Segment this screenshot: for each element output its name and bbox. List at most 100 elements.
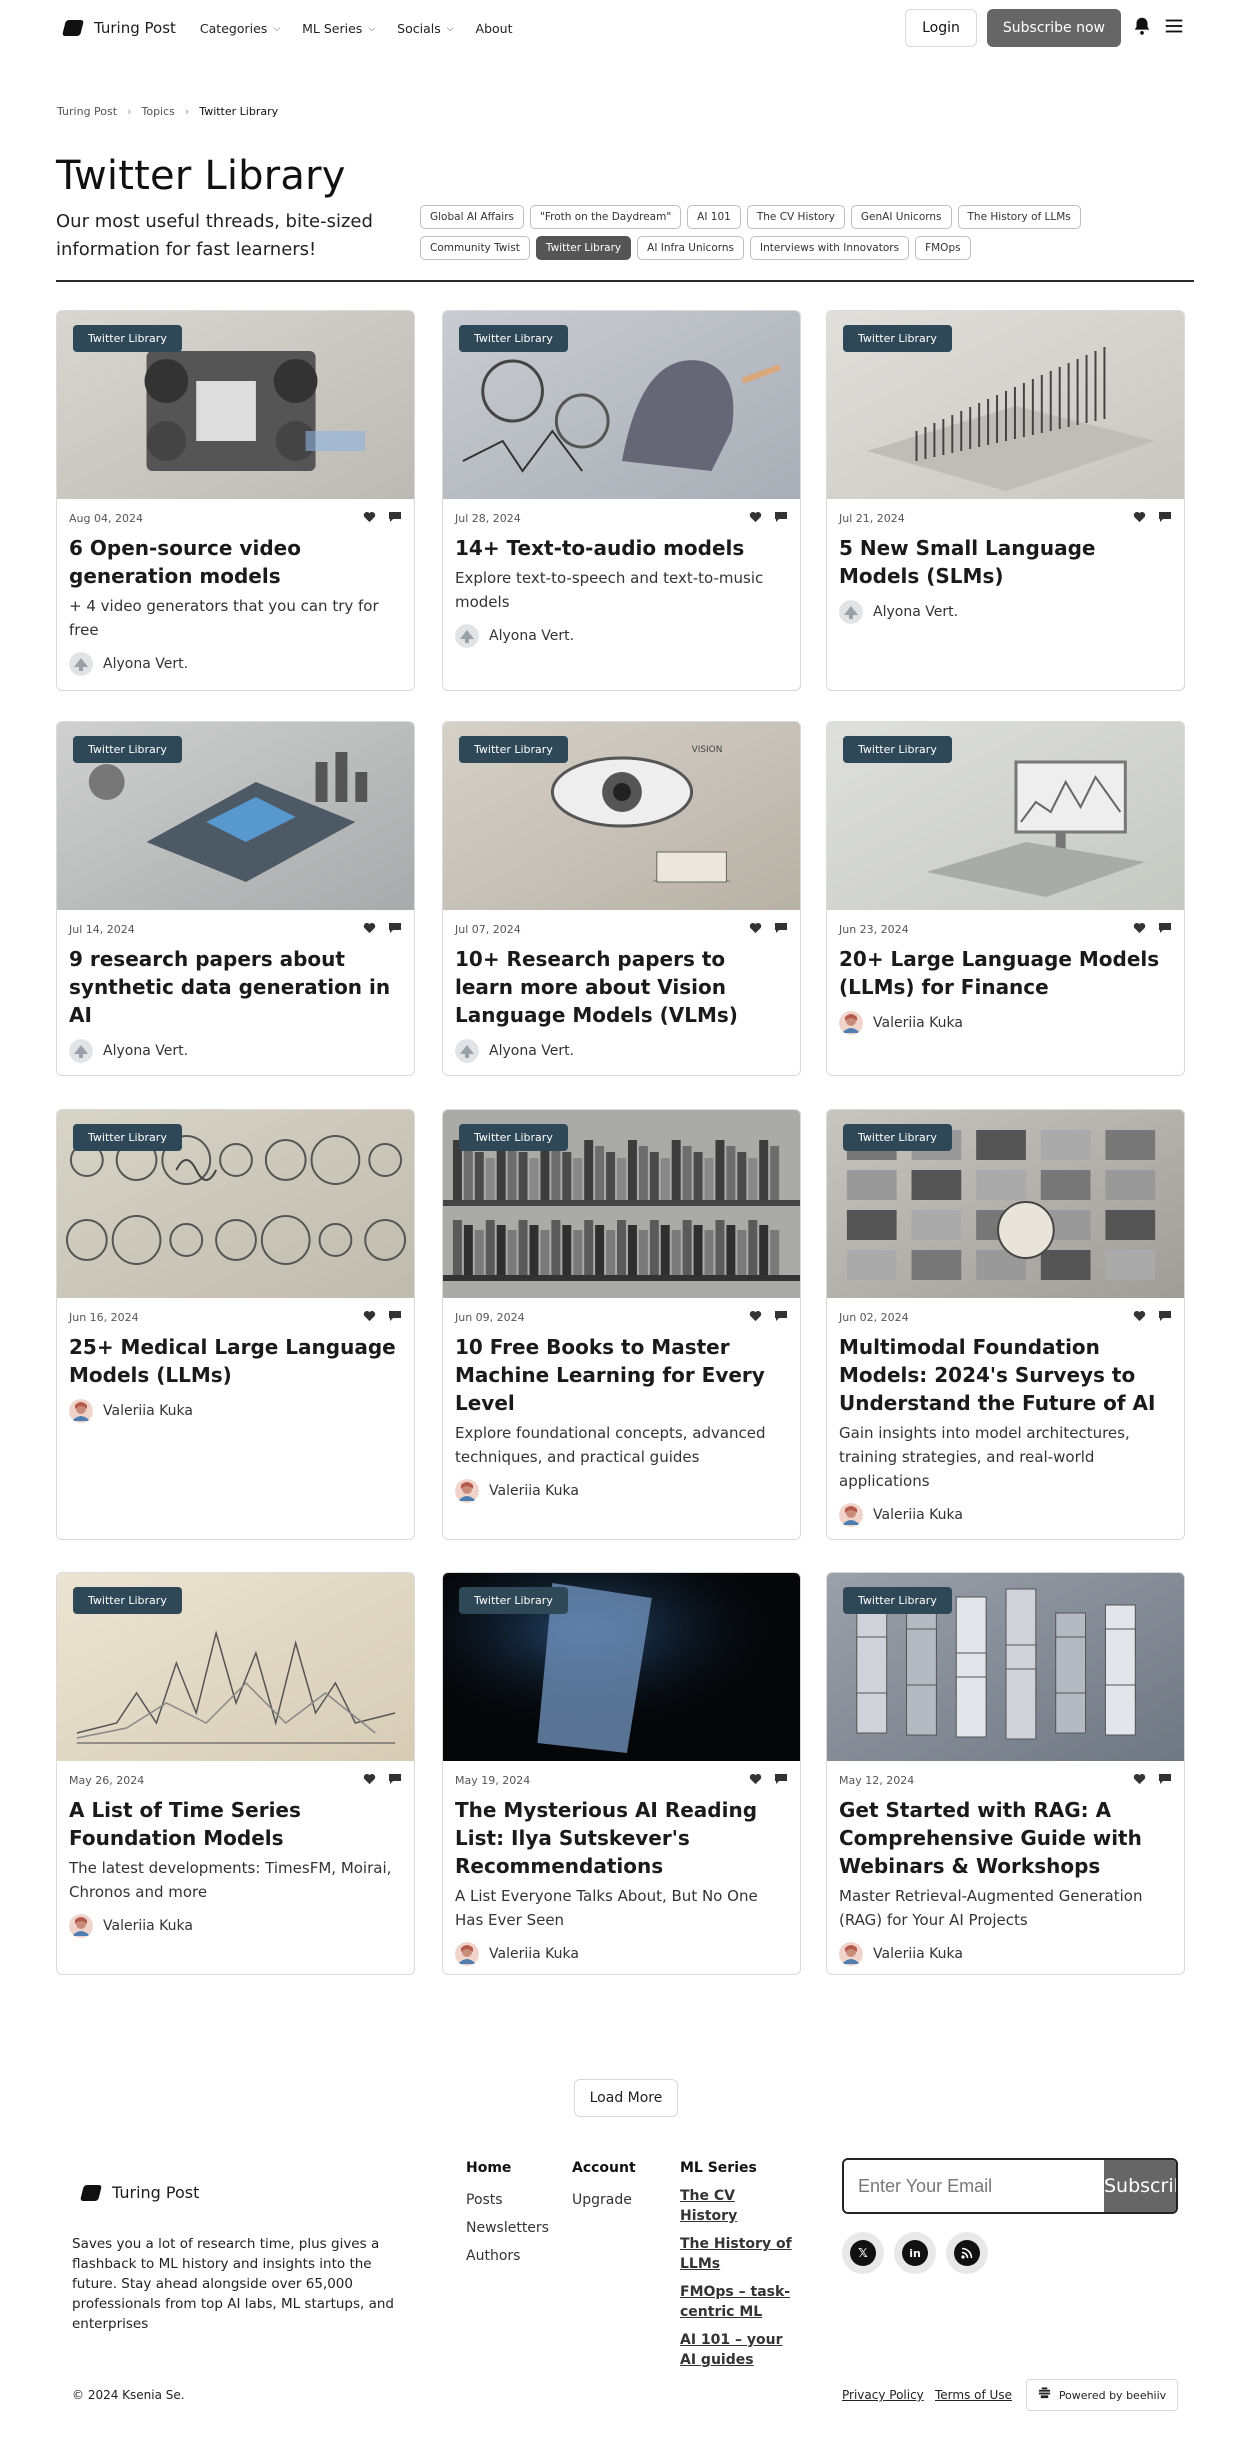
post-card[interactable]: Twitter Library May 19, 2024 The Mysteri…	[442, 1572, 801, 1975]
comment-icon[interactable]	[388, 1773, 402, 1788]
category-badge[interactable]: Twitter Library	[459, 736, 568, 763]
post-title[interactable]: 20+ Large Language Models (LLMs) for Fin…	[827, 937, 1184, 1001]
category-badge[interactable]: Twitter Library	[459, 1124, 568, 1151]
post-title[interactable]: 9 research papers about synthetic data g…	[57, 937, 414, 1029]
post-author[interactable]: Valeriia Kuka	[443, 1932, 800, 1974]
category-badge[interactable]: Twitter Library	[843, 325, 952, 352]
comment-icon[interactable]	[388, 511, 402, 526]
heart-icon[interactable]	[363, 511, 376, 526]
heart-icon[interactable]	[749, 1310, 762, 1325]
footer-home-heading[interactable]: Home	[466, 2160, 549, 2176]
post-author[interactable]: Valeriia Kuka	[57, 1389, 414, 1437]
post-thumbnail[interactable]: Twitter Library	[57, 311, 414, 499]
tag-chip[interactable]: GenAI Unicorns	[850, 205, 952, 229]
post-thumbnail[interactable]: Twitter Library	[57, 1110, 414, 1298]
footer-link-fmops[interactable]: FMOps – task-centric ML	[680, 2282, 795, 2322]
post-card[interactable]: Twitter Library Jun 23, 2024 20+ Large L…	[826, 721, 1185, 1076]
post-card[interactable]: Twitter Library Jul 14, 2024 9 research …	[56, 721, 415, 1076]
tag-chip[interactable]: Community Twist	[420, 236, 530, 260]
heart-icon[interactable]	[749, 511, 762, 526]
tag-chip[interactable]: Global AI Affairs	[420, 205, 525, 229]
tag-chip[interactable]: "Froth on the Daydream"	[530, 205, 682, 229]
post-author[interactable]: Valeriia Kuka	[827, 1932, 1184, 1974]
footer-link-posts[interactable]: Posts	[466, 2186, 549, 2214]
rss-social-link[interactable]	[946, 2232, 988, 2274]
post-thumbnail[interactable]: Twitter Library	[443, 1110, 800, 1298]
brand-link[interactable]: Turing Post	[62, 19, 176, 37]
heart-icon[interactable]	[1133, 922, 1146, 937]
footer-link-newsletters[interactable]: Newsletters	[466, 2214, 549, 2242]
tag-chip[interactable]: FMOps	[915, 236, 971, 260]
post-card[interactable]: Twitter Library Jul 21, 2024 5 New Small…	[826, 310, 1185, 691]
tag-chip[interactable]: AI Infra Unicorns	[637, 236, 745, 260]
privacy-policy-link[interactable]: Privacy Policy	[842, 2388, 924, 2402]
heart-icon[interactable]	[363, 1310, 376, 1325]
post-thumbnail[interactable]: Twitter Library	[443, 311, 800, 499]
post-thumbnail[interactable]: Twitter Library	[827, 722, 1184, 910]
heart-icon[interactable]	[1133, 1310, 1146, 1325]
post-title[interactable]: Multimodal Foundation Models: 2024's Sur…	[827, 1325, 1184, 1417]
comment-icon[interactable]	[774, 1310, 788, 1325]
heart-icon[interactable]	[363, 922, 376, 937]
post-title[interactable]: 6 Open-source video generation models	[57, 526, 414, 590]
heart-icon[interactable]	[749, 922, 762, 937]
post-card[interactable]: VISION Twitter Library Jul 07, 2024 10+ …	[442, 721, 801, 1076]
footer-brand[interactable]: Turing Post	[80, 2183, 199, 2202]
post-author[interactable]: Alyona Vert.	[57, 642, 414, 690]
footer-link-upgrade[interactable]: Upgrade	[572, 2186, 636, 2214]
comment-icon[interactable]	[774, 922, 788, 937]
category-badge[interactable]: Twitter Library	[73, 1587, 182, 1614]
post-author[interactable]: Valeriia Kuka	[827, 1493, 1184, 1539]
post-card[interactable]: Twitter Library Jun 16, 2024 25+ Medical…	[56, 1109, 415, 1540]
terms-of-use-link[interactable]: Terms of Use	[935, 2388, 1012, 2402]
tag-chip[interactable]: Twitter Library	[535, 236, 632, 260]
heart-icon[interactable]	[1133, 1773, 1146, 1788]
post-author[interactable]: Valeriia Kuka	[827, 1001, 1184, 1049]
email-input[interactable]	[844, 2160, 1104, 2212]
heart-icon[interactable]	[363, 1773, 376, 1788]
comment-icon[interactable]	[774, 511, 788, 526]
post-card[interactable]: Twitter Library Aug 04, 2024 6 Open-sour…	[56, 310, 415, 691]
post-card[interactable]: Twitter Library Jun 09, 2024 10 Free Boo…	[442, 1109, 801, 1540]
category-badge[interactable]: Twitter Library	[843, 1124, 952, 1151]
menu-socials[interactable]: Socials ⌵	[397, 21, 453, 36]
bell-icon[interactable]	[1131, 15, 1153, 41]
heart-icon[interactable]	[1133, 511, 1146, 526]
powered-by-beehiiv-link[interactable]: Powered by beehiiv	[1026, 2379, 1178, 2411]
post-title[interactable]: 14+ Text-to-audio models	[443, 526, 800, 562]
comment-icon[interactable]	[388, 922, 402, 937]
post-author[interactable]: Valeriia Kuka	[57, 1904, 414, 1952]
tag-chip[interactable]: AI 101	[687, 205, 741, 229]
post-author[interactable]: Alyona Vert.	[57, 1029, 414, 1075]
post-title[interactable]: A List of Time Series Foundation Models	[57, 1788, 414, 1852]
breadcrumb-turing-post[interactable]: Turing Post	[57, 105, 117, 118]
menu-about[interactable]: About	[476, 21, 513, 36]
menu-categories[interactable]: Categories ⌵	[200, 21, 280, 36]
post-card[interactable]: Twitter Library May 26, 2024 A List of T…	[56, 1572, 415, 1975]
post-author[interactable]: Valeriia Kuka	[443, 1469, 800, 1517]
linkedin-social-link[interactable]: in	[894, 2232, 936, 2274]
menu-ml-series[interactable]: ML Series ⌵	[302, 21, 375, 36]
category-badge[interactable]: Twitter Library	[459, 325, 568, 352]
category-badge[interactable]: Twitter Library	[73, 736, 182, 763]
footer-link-history-llms[interactable]: The History of LLMs	[680, 2234, 795, 2274]
footer-subscribe-button[interactable]: Subscribe	[1104, 2160, 1176, 2212]
comment-icon[interactable]	[388, 1310, 402, 1325]
comment-icon[interactable]	[774, 1773, 788, 1788]
category-badge[interactable]: Twitter Library	[73, 1124, 182, 1151]
breadcrumb-topics[interactable]: Topics	[141, 105, 174, 118]
heart-icon[interactable]	[749, 1773, 762, 1788]
post-thumbnail[interactable]: Twitter Library	[827, 1110, 1184, 1298]
comment-icon[interactable]	[1158, 1773, 1172, 1788]
footer-link-cv-history[interactable]: The CV History	[680, 2186, 795, 2226]
post-title[interactable]: The Mysterious AI Reading List: Ilya Sut…	[443, 1788, 800, 1880]
login-button[interactable]: Login	[905, 9, 977, 47]
category-badge[interactable]: Twitter Library	[843, 736, 952, 763]
category-badge[interactable]: Twitter Library	[459, 1587, 568, 1614]
post-thumbnail[interactable]: Twitter Library	[57, 1573, 414, 1761]
post-author[interactable]: Alyona Vert.	[443, 614, 800, 662]
post-thumbnail[interactable]: Twitter Library	[827, 311, 1184, 499]
post-card[interactable]: Twitter Library May 12, 2024 Get Started…	[826, 1572, 1185, 1975]
post-thumbnail[interactable]: Twitter Library	[443, 1573, 800, 1761]
post-title[interactable]: 10+ Research papers to learn more about …	[443, 937, 800, 1029]
